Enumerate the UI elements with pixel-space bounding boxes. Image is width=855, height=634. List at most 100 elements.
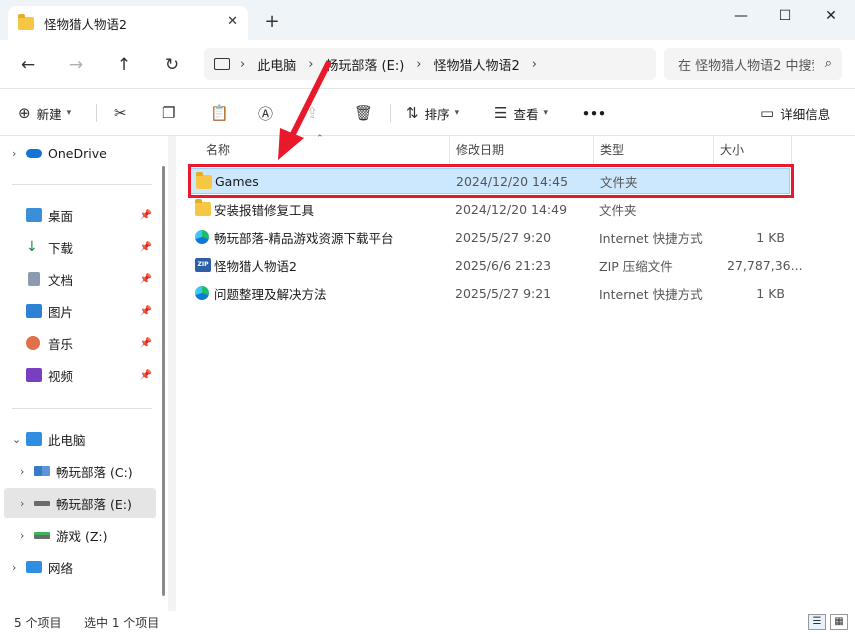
sidebar-scrollbar[interactable] (162, 166, 165, 596)
paste-button[interactable]: 📋 (210, 101, 235, 125)
sidebar-item-drive-z[interactable]: › 游戏 (Z:) (0, 520, 160, 550)
sidebar-item-onedrive[interactable]: › OneDrive (0, 138, 160, 168)
cut-button[interactable]: ✂ (114, 101, 133, 125)
sidebar-item-label: 桌面 (48, 208, 74, 224)
file-type: 文件夹 (599, 202, 637, 218)
file-modified: 2025/5/27 9:21 (455, 285, 552, 301)
sidebar-item-label: 文档 (48, 272, 74, 288)
search-icon: ⌕ (824, 56, 832, 71)
video-icon (26, 368, 42, 382)
column-header-modified[interactable]: 修改日期 (450, 136, 594, 164)
navigation-bar: ← → ↑ ↻ › 此电脑 › 畅玩部落 (E:) › 怪物猎人物语2 › 在 … (0, 40, 855, 88)
file-name: 怪物猎人物语2 (214, 258, 297, 274)
search-input[interactable]: 在 怪物猎人物语2 中搜索 ⌕ (664, 48, 842, 80)
tab-title: 怪物猎人物语2 (44, 16, 127, 32)
zip-icon: ZIP (195, 258, 211, 272)
file-modified: 2025/6/6 21:23 (455, 257, 552, 273)
drive-icon (34, 500, 50, 506)
sidebar-item-label: 网络 (48, 560, 74, 576)
back-button[interactable]: ← (16, 53, 40, 77)
tab-active[interactable]: 怪物猎人物语2 ✕ (8, 6, 248, 40)
minimize-button[interactable]: — (718, 6, 764, 26)
new-tab-button[interactable]: + (262, 12, 282, 32)
computer-icon (26, 432, 42, 446)
refresh-button[interactable]: ↻ (160, 53, 184, 77)
sidebar-item-desktop[interactable]: 桌面 📌 (0, 200, 160, 230)
column-header-size[interactable]: 大小 (714, 136, 792, 164)
chevron-down-icon: ▾ (454, 108, 460, 118)
scissors-icon: ✂ (114, 104, 127, 122)
sidebar-item-label: 视频 (48, 368, 74, 384)
list-view-icon: ☰ (494, 104, 508, 122)
file-name: 安装报错修复工具 (214, 202, 315, 218)
divider (390, 104, 391, 122)
file-name: 畅玩部落-精品游戏资源下载平台 (214, 230, 394, 246)
sidebar-item-documents[interactable]: 文档 📌 (0, 264, 160, 294)
close-window-button[interactable]: ✕ (808, 6, 854, 26)
file-row[interactable]: 安装报错修复工具 2024/12/20 14:49 文件夹 (190, 196, 790, 222)
sidebar-item-downloads[interactable]: ↓ 下载 📌 (0, 232, 160, 262)
chevron-right-icon: › (12, 560, 17, 574)
plus-circle-icon: ⊕ (18, 104, 31, 122)
sidebar-item-label: OneDrive (48, 145, 107, 161)
column-header-type[interactable]: 类型 (594, 136, 714, 164)
folder-icon (195, 199, 211, 216)
chevron-right-icon: › (531, 56, 537, 72)
copy-button[interactable]: ❐ (162, 101, 181, 125)
new-button[interactable]: ⊕ 新建 ▾ (18, 101, 71, 125)
details-view-button[interactable]: ☰ (808, 614, 826, 630)
details-pane-button[interactable]: ▭ 详细信息 (760, 101, 830, 125)
file-modified: 2024/12/20 14:49 (455, 201, 568, 217)
folder-icon (18, 13, 34, 30)
desktop-icon (26, 208, 42, 222)
sidebar-item-label: 畅玩部落 (E:) (56, 496, 132, 512)
delete-button[interactable]: 🗑 (354, 101, 379, 125)
clipboard-icon: 📋 (210, 104, 229, 122)
tiles-view-button[interactable]: ▦ (830, 614, 848, 630)
sidebar-item-music[interactable]: 音乐 📌 (0, 328, 160, 358)
more-options-button[interactable]: ••• (582, 101, 606, 125)
divider (12, 408, 152, 409)
sidebar-item-pictures[interactable]: 图片 📌 (0, 296, 160, 326)
computer-icon (214, 58, 230, 70)
up-button[interactable]: ↑ (112, 53, 136, 77)
file-type: ZIP 压缩文件 (599, 258, 673, 274)
file-row[interactable]: 问题整理及解决方法 2025/5/27 9:21 Internet 快捷方式 1… (190, 280, 790, 306)
file-type: Internet 快捷方式 (599, 286, 703, 302)
file-type: Internet 快捷方式 (599, 230, 703, 246)
sidebar-item-label: 畅玩部落 (C:) (56, 464, 133, 480)
file-row[interactable]: ZIP 怪物猎人物语2 2025/6/6 21:23 ZIP 压缩文件 27,7… (190, 252, 803, 278)
sidebar-item-drive-c[interactable]: › 畅玩部落 (C:) (0, 456, 160, 486)
forward-button[interactable]: → (64, 53, 88, 77)
sidebar-item-label: 图片 (48, 304, 74, 320)
view-button[interactable]: ☰ 查看 ▾ (494, 101, 548, 125)
item-count: 5 个项目 (14, 616, 62, 630)
windows-drive-icon (34, 466, 50, 476)
pin-icon: 📌 (139, 241, 152, 253)
drive-icon (34, 531, 50, 539)
cloud-icon (26, 148, 42, 158)
details-label: 详细信息 (780, 106, 831, 122)
search-placeholder: 在 怪物猎人物语2 中搜索 (678, 58, 814, 74)
annotation-arrow (278, 61, 331, 160)
sidebar-item-label: 此电脑 (48, 432, 86, 448)
sort-icon: ⇅ (406, 104, 419, 122)
sort-label: 排序 (424, 106, 450, 122)
sidebar-item-network[interactable]: › 网络 (0, 552, 160, 582)
chevron-right-icon: › (20, 464, 25, 478)
breadcrumb-current-folder[interactable]: 怪物猎人物语2 (434, 55, 520, 74)
status-bar: 5 个项目 选中 1 个项目 ☰ ▦ (0, 611, 855, 634)
view-label: 查看 (513, 106, 539, 122)
sidebar-item-this-pc[interactable]: ⌄ 此电脑 (0, 424, 160, 454)
sidebar-item-drive-e[interactable]: › 畅玩部落 (E:) (4, 488, 156, 518)
network-icon (26, 561, 42, 573)
maximize-button[interactable]: ☐ (762, 6, 808, 26)
selection-count: 选中 1 个项目 (84, 616, 160, 630)
tab-close-icon[interactable]: ✕ (227, 14, 238, 29)
file-size: 1 KB (756, 229, 785, 245)
sort-button[interactable]: ⇅ 排序 ▾ (406, 101, 459, 125)
pin-icon: 📌 (139, 209, 152, 221)
file-row[interactable]: 畅玩部落-精品游戏资源下载平台 2025/5/27 9:20 Internet … (190, 224, 790, 250)
sidebar-item-videos[interactable]: 视频 📌 (0, 360, 160, 390)
chevron-down-icon: ⌄ (12, 432, 22, 446)
